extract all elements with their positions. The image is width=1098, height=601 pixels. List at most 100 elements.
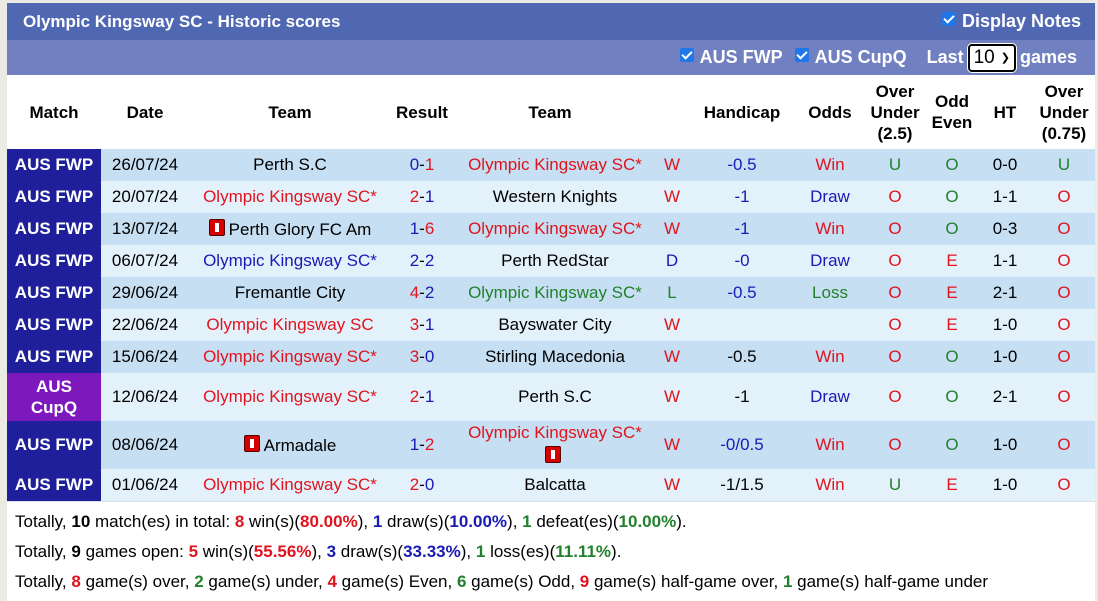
league-badge[interactable]: AUS FWP [7,213,101,245]
home-team[interactable]: Olympic Kingsway SC [189,309,391,341]
half-time-score: 1-1 [977,245,1033,277]
odd-even: O [927,149,977,181]
odd-even: E [927,309,977,341]
odd-even: O [927,181,977,213]
over-under: O [863,421,927,469]
home-team[interactable]: Olympic Kingsway SC* [189,469,391,501]
match-result[interactable]: 1-6 [391,213,453,245]
match-date: 08/06/24 [101,421,189,469]
col-match: Match [29,102,79,122]
filter-aus-fwp[interactable]: AUS FWP [679,47,783,68]
table-row: AUS FWP 22/06/24 Olympic Kingsway SC 3-1 Bay… [7,309,1095,341]
league-badge[interactable]: AUS FWP [7,245,101,277]
summary-text: draw(s)( [336,542,404,561]
home-team[interactable]: Perth Glory FC Am [189,213,391,245]
games-count-select[interactable]: 10 ❯ [967,43,1016,72]
summary-value: 8 [71,572,81,591]
away-team[interactable]: Stirling Macedonia [453,341,657,373]
handicap: -1 [687,181,797,213]
home-team[interactable]: Perth S.C [189,149,391,181]
summary-text: game(s) Even, [336,572,457,591]
away-team[interactable]: Balcatta [453,469,657,501]
match-result[interactable]: 2-2 [391,245,453,277]
home-team[interactable]: Olympic Kingsway SC* [189,181,391,213]
table-row: AUS FWP 01/06/24 Olympic Kingsway SC* 2-0 Ba… [7,469,1095,501]
league-badge[interactable]: AUS FWP [7,309,101,341]
handicap [687,309,797,341]
away-score: 6 [424,219,435,238]
aus-fwp-checkbox-icon[interactable] [679,47,694,62]
home-score: 2 [409,251,420,270]
league-line1: AUS [36,377,72,396]
league-badge[interactable]: AUS FWP [7,277,101,309]
summary-value: 10 [71,512,91,531]
summary-text: game(s) half-game under [792,572,989,591]
match-result[interactable]: 3-1 [391,309,453,341]
handicap: -0.5 [687,149,797,181]
half-time-score: 1-0 [977,341,1033,373]
match-result[interactable]: 1-2 [391,421,453,469]
summary-value: 4 [327,572,337,591]
match-result[interactable]: 3-0 [391,341,453,373]
league-badge[interactable]: AUS FWP [7,421,101,469]
filter-aus-cupq[interactable]: AUS CupQ [794,47,907,68]
away-team[interactable]: Bayswater City [453,309,657,341]
match-result[interactable]: 0-1 [391,149,453,181]
away-team[interactable]: Olympic Kingsway SC* [453,421,657,469]
home-team[interactable]: Armadale [189,421,391,469]
away-score: 0 [424,475,435,494]
away-team[interactable]: Western Knights [453,181,657,213]
home-score: 3 [409,315,420,334]
away-team[interactable]: Olympic Kingsway SC* [453,277,657,309]
over-under: O [863,373,927,421]
league-badge[interactable]: AUS FWP [7,341,101,373]
over-under: O [863,277,927,309]
match-result[interactable]: 2-1 [391,373,453,421]
summary-text: ), [507,512,523,531]
title-bar: Olympic Kingsway SC - Historic scores Di… [7,3,1095,40]
summary-value: 9 [71,542,81,561]
away-team[interactable]: Perth S.C [453,373,657,421]
half-time-score: 1-0 [977,469,1033,501]
oe-line2: Even [931,113,973,132]
home-score: 1 [409,219,420,238]
league-badge[interactable]: AUS CupQ [7,373,101,421]
home-team[interactable]: Olympic Kingsway SC* [189,373,391,421]
aus-cupq-checkbox-icon[interactable] [794,47,809,62]
summary-value: 11.11% [555,542,612,561]
league-badge[interactable]: AUS FWP [7,469,101,501]
home-team[interactable]: Fremantle City [189,277,391,309]
home-team[interactable]: Olympic Kingsway SC* [189,341,391,373]
match-result[interactable]: 2-0 [391,469,453,501]
handicap: -1/1.5 [687,469,797,501]
match-date: 29/06/24 [101,277,189,309]
display-notes-toggle[interactable]: Display Notes [941,11,1081,32]
match-result[interactable]: 4-2 [391,277,453,309]
match-result[interactable]: 2-1 [391,181,453,213]
summary-value: 1 [475,542,486,561]
league-badge[interactable]: AUS FWP [7,149,101,181]
home-team-name: Fremantle City [234,283,346,302]
home-team[interactable]: Olympic Kingsway SC* [189,245,391,277]
aus-cupq-label: AUS CupQ [814,47,907,67]
over-under-ht: O [1033,373,1095,421]
summary-text: Totally, [15,572,72,591]
summary-value: 10.00% [449,512,508,531]
summary-line-open: Totally, 9 games open: 5 win(s)(55.56%),… [15,537,1095,567]
over-under: U [863,149,927,181]
over-under-ht: O [1033,309,1095,341]
away-team[interactable]: Olympic Kingsway SC* [453,213,657,245]
home-score: 2 [409,187,420,206]
table-row: AUS CupQ 12/06/24 Olympic Kingsway SC* 2-1 Pe… [7,373,1095,421]
display-notes-checkbox-icon[interactable] [941,11,956,26]
summary-value: 10.00% [618,512,677,531]
summary-text: game(s) under, [203,572,328,591]
match-date: 20/07/24 [101,181,189,213]
odds-result: Loss [797,277,863,309]
league-badge[interactable]: AUS FWP [7,181,101,213]
home-team-name: Perth S.C [253,155,327,174]
handicap: -0.5 [687,277,797,309]
away-team[interactable]: Perth RedStar [453,245,657,277]
away-team[interactable]: Olympic Kingsway SC* [453,149,657,181]
over-under-ht: O [1033,245,1095,277]
